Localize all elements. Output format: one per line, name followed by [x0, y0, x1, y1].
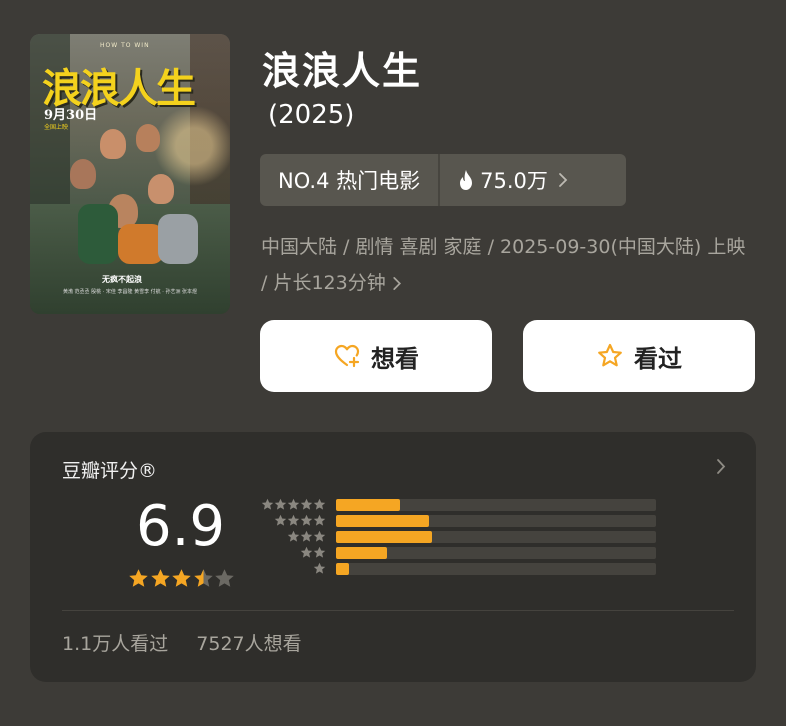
- meta-text: 中国大陆 / 剧情 喜剧 家庭 / 2025-09-30(中国大陆) 上映 / …: [261, 236, 746, 294]
- rating-bar-fill: [336, 547, 388, 559]
- star-icon: [287, 498, 300, 510]
- star-icon: [313, 546, 326, 558]
- row-stars: [261, 498, 326, 511]
- rating-section-title: 豆瓣评分®: [62, 460, 158, 482]
- row-stars: [274, 514, 326, 527]
- star-icon: [150, 568, 171, 589]
- row-stars: [287, 530, 326, 543]
- star-icon: [313, 498, 326, 510]
- star-icon: [274, 498, 287, 510]
- rating-bar-track: [336, 531, 656, 543]
- rank-chip[interactable]: NO.4 热门电影 75.0万: [260, 154, 626, 206]
- rank-label: NO.4 热门电影: [278, 169, 421, 193]
- rating-bar-fill: [336, 531, 432, 543]
- poster-figure: [136, 124, 160, 152]
- rating-bar-fill: [336, 515, 429, 527]
- star-icon: [274, 514, 287, 526]
- star-icon: [313, 562, 326, 574]
- want-to-watch-button[interactable]: 想看: [260, 320, 492, 392]
- want-label: 想看: [371, 344, 419, 373]
- chevron-right-icon[interactable]: [716, 458, 726, 475]
- rating-score: 6.9: [136, 494, 226, 559]
- rating-bar-fill: [336, 499, 400, 511]
- star-icon: [300, 530, 313, 542]
- star-icon: [171, 568, 192, 589]
- want-count: 7527人想看: [196, 633, 302, 655]
- star-outline-icon: [598, 343, 622, 367]
- rating-row-1-star: [256, 562, 656, 575]
- watched-count: 1.1万人看过: [62, 633, 169, 655]
- star-icon: [214, 568, 235, 589]
- poster-date-sub: 全国上映: [44, 124, 69, 131]
- chevron-right-icon: [393, 277, 401, 290]
- rating-stats: 1.1万人看过 7527人想看: [62, 629, 302, 656]
- rating-panel[interactable]: 豆瓣评分® 6.9 1.1万人看过 7527人想看: [30, 432, 756, 682]
- rating-row-5-star: [256, 498, 656, 511]
- star-icon: [300, 498, 313, 510]
- movie-poster[interactable]: HOW TO WIN 浪浪人生 9月30日 全国上映 无疯不起浪 黄渤 范丞丞 …: [30, 34, 230, 314]
- movie-year: (2025): [268, 100, 355, 130]
- poster-figure: [158, 214, 198, 264]
- movie-title: 浪浪人生: [262, 49, 423, 93]
- row-stars: [313, 562, 326, 575]
- row-stars: [300, 546, 326, 559]
- rating-stars: [128, 568, 236, 589]
- star-icon: [300, 514, 313, 526]
- poster-figure: [100, 129, 126, 159]
- poster-credits: 黄渤 范丞丞 殷桃 · 宋佳 李昌隆 黄雪李 付航 · 孙艺洲 张本煜: [62, 289, 198, 295]
- star-icon: [287, 530, 300, 542]
- poster-top-text: HOW TO WIN: [100, 42, 150, 49]
- star-icon: [261, 498, 274, 510]
- chevron-right-icon: [558, 173, 568, 187]
- rating-bar-track: [336, 499, 656, 511]
- poster-tagline: 无疯不起浪: [102, 275, 142, 284]
- watched-button[interactable]: 看过: [523, 320, 755, 392]
- rating-bar-fill: [336, 563, 349, 575]
- panel-divider: [62, 610, 734, 611]
- star-icon: [313, 514, 326, 526]
- seen-label: 看过: [634, 344, 682, 373]
- star-icon: [287, 514, 300, 526]
- heat-count[interactable]: 75.0万: [440, 165, 626, 195]
- poster-date: 9月30日: [44, 108, 98, 123]
- star-icon: [193, 568, 214, 589]
- star-icon: [300, 546, 313, 558]
- star-icon: [128, 568, 149, 589]
- rating-bar-track: [336, 515, 656, 527]
- heat-value: 75.0万: [480, 169, 548, 193]
- rating-row-3-star: [256, 530, 656, 543]
- rating-bar-track: [336, 547, 656, 559]
- star-icon: [313, 530, 326, 542]
- rating-row-4-star: [256, 514, 656, 527]
- rating-row-2-star: [256, 546, 656, 559]
- rating-bar-track: [336, 563, 656, 575]
- flame-icon: [460, 170, 473, 190]
- poster-figure: [70, 159, 96, 189]
- heart-plus-icon: [334, 344, 360, 368]
- poster-figure: [148, 174, 174, 204]
- movie-meta[interactable]: 中国大陆 / 剧情 喜剧 家庭 / 2025-09-30(中国大陆) 上映 / …: [261, 229, 751, 301]
- poster-figure: [78, 204, 118, 264]
